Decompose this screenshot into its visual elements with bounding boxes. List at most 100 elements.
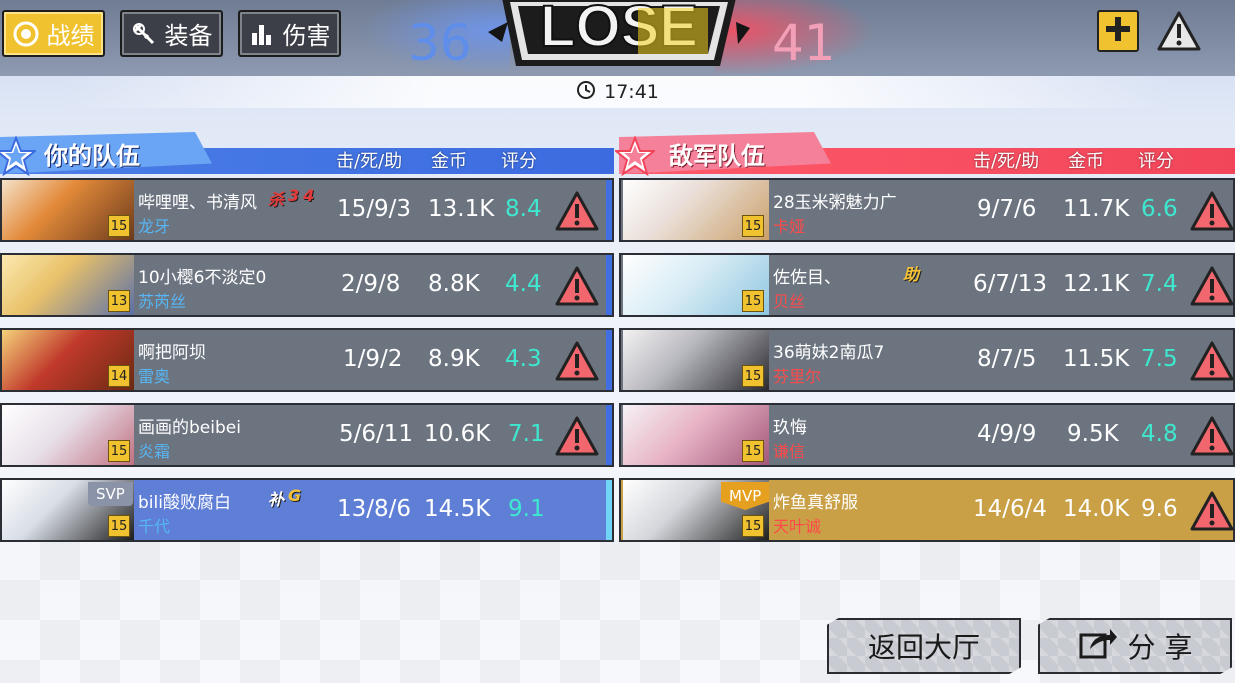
hero-name: 苏芮丝 [138, 292, 187, 311]
kda-value: 8/7/5 [977, 346, 1037, 372]
hero-name: 炎霜 [138, 442, 171, 461]
quadra-kill-tag: 4 [303, 186, 315, 205]
tab-record[interactable]: 战绩 [2, 10, 105, 57]
warning-icon [1190, 191, 1234, 231]
gold-value: 8.8K [428, 271, 480, 297]
kda-value: 9/7/6 [977, 196, 1037, 222]
player-name: 哔哩哩、书清风 [138, 193, 257, 213]
ally-player-row[interactable]: 14 啊把阿坝 雷奥 1/9/2 8.9K 4.3 [0, 328, 614, 392]
hero-name: 贝丝 [773, 292, 806, 311]
player-name: 36萌妹2南瓜7 [773, 343, 885, 363]
share-icon [1078, 625, 1118, 668]
kill-tag: 杀 [268, 190, 285, 209]
player-name: 10小樱6不淡定0 [138, 268, 267, 288]
enemy-score: 41 [772, 14, 836, 72]
report-player-button[interactable] [554, 340, 600, 382]
achievement-tags: 补 G [268, 486, 301, 510]
kda-value: 6/7/13 [973, 271, 1048, 297]
enemy-player-row[interactable]: 15 玖悔 谦信 4/9/9 9.5K 4.8 [619, 403, 1235, 467]
enemy-player-row-mvp[interactable]: MVP 15 炸鱼真舒服 天叶诚 14/6/4 14.0K 9.6 [619, 478, 1235, 542]
return-lobby-label: 返回大厅 [867, 631, 980, 664]
triple-kill-tag: 3 [288, 186, 300, 205]
target-icon [13, 21, 39, 47]
ally-score: 36 [408, 14, 472, 72]
return-lobby-button[interactable]: 返回大厅 [827, 618, 1021, 674]
timer-text: 17:41 [604, 81, 659, 103]
hero-name: 谦信 [773, 442, 806, 461]
add-button[interactable] [1097, 10, 1139, 52]
ally-col-gold: 金币 [431, 151, 467, 172]
level-badge: 13 [108, 290, 130, 312]
warning-icon [1190, 341, 1234, 381]
hero-name: 龙牙 [138, 217, 171, 236]
tab-damage[interactable]: 伤害 [238, 10, 341, 57]
star-icon [613, 135, 657, 177]
share-button[interactable]: 分 享 [1038, 618, 1232, 674]
gold-value: 11.7K [1063, 196, 1130, 222]
warning-icon [555, 416, 599, 456]
report-player-button[interactable] [1189, 340, 1235, 382]
result-banner: LOSE [488, 0, 750, 70]
level-badge: 15 [742, 515, 764, 537]
enemy-col-rating: 评分 [1138, 151, 1174, 172]
rating-value: 7.1 [508, 421, 545, 447]
warning-icon [555, 266, 599, 306]
gold-value: 14.0K [1063, 496, 1130, 522]
rating-value: 7.5 [1141, 346, 1178, 372]
enemy-player-row[interactable]: 15 佐佐目、 助 贝丝 6/7/13 12.1K 7.4 [619, 253, 1235, 317]
ally-player-row[interactable]: 15 画画的beibei 炎霜 5/6/11 10.6K 7.1 [0, 403, 614, 467]
level-badge: 15 [108, 515, 130, 537]
rating-value: 9.6 [1141, 496, 1178, 522]
enemy-col-kda: 击/死/助 [973, 151, 1040, 172]
bar-chart-icon [249, 21, 275, 47]
gold-value: 11.5K [1063, 346, 1130, 372]
gold-value: 10.6K [424, 421, 491, 447]
ally-col-rating: 评分 [501, 151, 537, 172]
match-timer: 17:41 [0, 76, 1235, 108]
rating-value: 4.3 [505, 346, 542, 372]
level-badge: 15 [108, 440, 130, 462]
kda-value: 1/9/2 [343, 346, 403, 372]
enemy-player-row[interactable]: 15 28玉米粥魅力广 卡娅 9/7/6 11.7K 6.6 [619, 178, 1235, 242]
star-icon [0, 135, 38, 177]
report-button[interactable] [1156, 10, 1201, 52]
rating-value: 8.4 [505, 196, 542, 222]
level-badge: 15 [742, 440, 764, 462]
hero-name: 千代 [138, 517, 171, 536]
clock-icon [576, 80, 596, 105]
plus-icon [1104, 15, 1132, 47]
player-name: 佐佐目、 [773, 268, 841, 288]
share-label: 分 享 [1127, 631, 1193, 664]
report-player-button[interactable] [554, 190, 600, 232]
level-badge: 15 [108, 215, 130, 237]
level-badge: 15 [742, 215, 764, 237]
report-player-button[interactable] [1189, 190, 1235, 232]
warning-icon [1190, 266, 1234, 306]
kda-value: 13/8/6 [337, 496, 412, 522]
assist-tag: 助 [903, 265, 920, 284]
warning-icon [555, 341, 599, 381]
warning-icon [1156, 11, 1202, 56]
achievement-tags: 助 [903, 261, 919, 285]
player-name: 炸鱼真舒服 [773, 493, 858, 513]
ally-player-row[interactable]: 13 10小樱6不淡定0 苏芮丝 2/9/8 8.8K 4.4 [0, 253, 614, 317]
report-player-button[interactable] [1189, 490, 1235, 532]
warning-icon [1190, 416, 1234, 456]
report-player-button[interactable] [554, 415, 600, 457]
report-player-button[interactable] [1189, 265, 1235, 307]
level-badge: 14 [108, 365, 130, 387]
report-player-button[interactable] [1189, 415, 1235, 457]
player-name: 28玉米粥魅力广 [773, 193, 897, 213]
rating-value: 4.4 [505, 271, 542, 297]
gold-value: 9.5K [1067, 421, 1119, 447]
enemy-col-gold: 金币 [1068, 151, 1104, 172]
player-name: 啊把阿坝 [138, 343, 206, 363]
ally-player-row-svp[interactable]: SVP 15 bili酸败腐白 补 G 千代 13/8/6 14.5K 9.1 [0, 478, 614, 542]
hero-name: 卡娅 [773, 217, 806, 236]
enemy-player-row[interactable]: 15 36萌妹2南瓜7 芬里尔 8/7/5 11.5K 7.5 [619, 328, 1235, 392]
tab-equipment[interactable]: 装备 [120, 10, 223, 57]
level-badge: 15 [742, 365, 764, 387]
gold-value: 13.1K [428, 196, 495, 222]
report-player-button[interactable] [554, 265, 600, 307]
ally-player-row[interactable]: 15 哔哩哩、书清风 杀 3 4 龙牙 15/9/3 13.1K 8.4 [0, 178, 614, 242]
